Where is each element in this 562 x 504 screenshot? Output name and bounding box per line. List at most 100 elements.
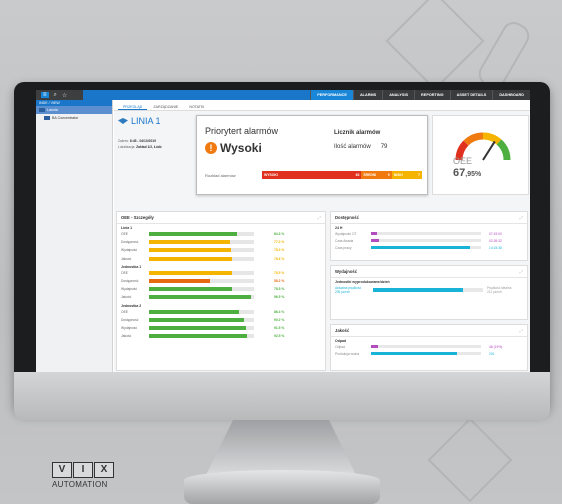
metric-row: Dostępność 90.2 % (117, 316, 325, 324)
metric-track (371, 246, 481, 249)
metric-row: Wydajność 78.5 % (117, 285, 325, 293)
oee-label: OEE (453, 156, 473, 166)
metric-value: 77.0 % (274, 240, 285, 245)
vix-logo: VIX AUTOMATION (52, 462, 132, 489)
sidebar-item-concentrator[interactable]: BA Concentrator (36, 114, 112, 122)
menu-icon[interactable]: ≡ (41, 92, 49, 98)
tab-0[interactable]: PRZEGLĄD (118, 103, 148, 110)
metric-value: 58.2 % (274, 279, 285, 284)
metric-value: 14:15:38 (489, 245, 502, 250)
site-icon (39, 108, 45, 112)
alarm-bar-niski[interactable]: NISKI 7 (391, 171, 422, 179)
monitor-chin (14, 372, 550, 420)
metric-track (371, 232, 481, 235)
metric-label: Wydajność (121, 287, 138, 292)
app-screen: ≡ ⌕ ☆ PERFORMANCE ALARMS ANALYSIS REPORTING… (36, 90, 530, 372)
main-content: PRZEGLĄD ZARZĄDZANIE NOTATKI LINIA 1 Zakre… (114, 100, 530, 372)
metric-row: OEE 78.5 % (117, 269, 325, 277)
quality-lines: Odpad 48 (19%) Produkcja wolna 201 (331, 343, 527, 357)
alarm-distribution-label: Rozkład alarmów (205, 173, 236, 178)
metric-fill (149, 240, 230, 245)
details-title: OEE - Szczegóły (121, 215, 154, 220)
metric-track (149, 232, 254, 237)
oee-value: 67,95% (453, 167, 482, 179)
top-menu-item-dashboard[interactable]: DASHBOARD (492, 90, 530, 100)
metric-label: OEE (121, 270, 128, 275)
metric-value: 96.5 % (274, 295, 285, 300)
metric-value: 90.2 % (274, 317, 285, 322)
metric-row: Wydajność 78.0 % (117, 246, 325, 254)
top-navbar: ≡ ⌕ ☆ PERFORMANCE ALARMS ANALYSIS REPORTING… (36, 90, 530, 100)
performance-ideal: Prędkość idealna 211 pz/rzh (487, 286, 512, 294)
metric-row: Jakość 96.5 % (117, 293, 325, 301)
alarm-bar-label: WYSOKI (264, 173, 278, 177)
metric-label: Dostępność (121, 279, 139, 284)
metric-value: 78.0 % (274, 248, 285, 253)
metric-fill (149, 287, 232, 292)
logo-letter: X (94, 462, 114, 478)
metric-label: Wydajność OT (335, 231, 357, 236)
logo-letter: I (73, 462, 93, 478)
metric-value: 02:26:32 (489, 238, 502, 243)
performance-title: Wydajność (335, 269, 358, 274)
quality-card: Jakość ⤢ Odpad Odpad 48 (19%) Produkcja wol… (330, 324, 528, 371)
expand-icon[interactable]: ⤢ (520, 328, 523, 333)
tab-2[interactable]: NOTATKI (184, 103, 209, 110)
availability-title: Dostępność (335, 215, 359, 220)
oee-gauge-card: OEE 67,95% (432, 115, 529, 195)
top-menu-item-reporting[interactable]: REPORTING (414, 90, 450, 100)
top-menu-item-performance[interactable]: PERFORMANCE (310, 90, 353, 100)
metric-fill (149, 279, 210, 284)
metric-row: OEE 84.3 % (117, 230, 325, 238)
metric-value: 92.5 % (274, 334, 285, 339)
alarm-bar-value: 7 (418, 173, 420, 177)
sidebar-item-lasota[interactable]: Lasota (36, 106, 112, 114)
alarm-bar-średni[interactable]: ŚREDNI 9 (361, 171, 392, 179)
metric-fill (149, 334, 247, 339)
metric-track (149, 309, 254, 314)
alarm-count: Ilość alarmów 79 (334, 144, 388, 150)
top-menu-item-analysis[interactable]: ANALYSIS (382, 90, 415, 100)
metric-value: 201 (489, 351, 495, 356)
performance-card: Wydajność ⤢ Jednostki wyprodukowane/dzień… (330, 265, 528, 320)
metric-fill (149, 317, 244, 322)
metric-fill (149, 309, 240, 314)
expand-icon[interactable]: ⤢ (318, 215, 321, 220)
metric-track (149, 287, 254, 292)
metric-value: 91.5 % (274, 325, 285, 330)
metric-fill (371, 352, 457, 355)
alarm-bar-wysoki[interactable]: WYSOKI 63 (262, 171, 362, 179)
metric-line: Czas pracy 14:15:38 (331, 244, 527, 251)
expand-icon[interactable]: ⤢ (520, 269, 523, 274)
metric-fill (149, 270, 232, 275)
tab-bar: PRZEGLĄD ZARZĄDZANIE NOTATKI (114, 100, 530, 111)
top-menu-item-asset-details[interactable]: ASSET DETAILS (449, 90, 493, 100)
metric-track (149, 270, 254, 275)
quality-title: Jakość (335, 328, 350, 333)
metric-fill (149, 325, 246, 330)
metric-line: Odpad 48 (19%) (331, 343, 527, 350)
toolbar-icons: ≡ ⌕ ☆ (36, 90, 83, 100)
sidebar: INDE / VIEW Lasota BA Concentrator (36, 100, 113, 372)
metric-fill (149, 256, 232, 261)
metric-line: Wydajność OT 07:19:00 (331, 230, 527, 237)
metric-row: Wydajność 91.5 % (117, 324, 325, 332)
metric-fill (371, 345, 378, 348)
metric-label: Wydajność (121, 325, 138, 330)
search-icon[interactable]: ⌕ (54, 92, 57, 99)
metric-fill (149, 295, 251, 300)
expand-icon[interactable]: ⤢ (520, 215, 523, 220)
tab-1[interactable]: ZARZĄDZANIE (148, 103, 183, 110)
metric-row: Jakość 78.6 % (117, 255, 325, 263)
star-icon[interactable]: ☆ (62, 92, 67, 99)
logo-word: AUTOMATION (52, 480, 108, 489)
metric-track (371, 352, 481, 355)
details-groups: Linia 1 OEE 84.3 % Dostępność 77.0 % Wydajnoś… (117, 224, 325, 340)
metric-label: Odpad (335, 344, 345, 349)
oee-details-card: OEE - Szczegóły ⤢ Linia 1 OEE 84.3 % Dostępn… (116, 211, 326, 371)
metric-label: Czas pracy (335, 245, 352, 250)
alarm-distribution-bar[interactable]: WYSOKI 63 ŚREDNI 9 NISKI 7 (262, 171, 422, 179)
metric-label: OEE (121, 309, 128, 314)
top-menu-item-alarms[interactable]: ALARMS (352, 90, 383, 100)
metric-label: Jakość (121, 295, 132, 300)
